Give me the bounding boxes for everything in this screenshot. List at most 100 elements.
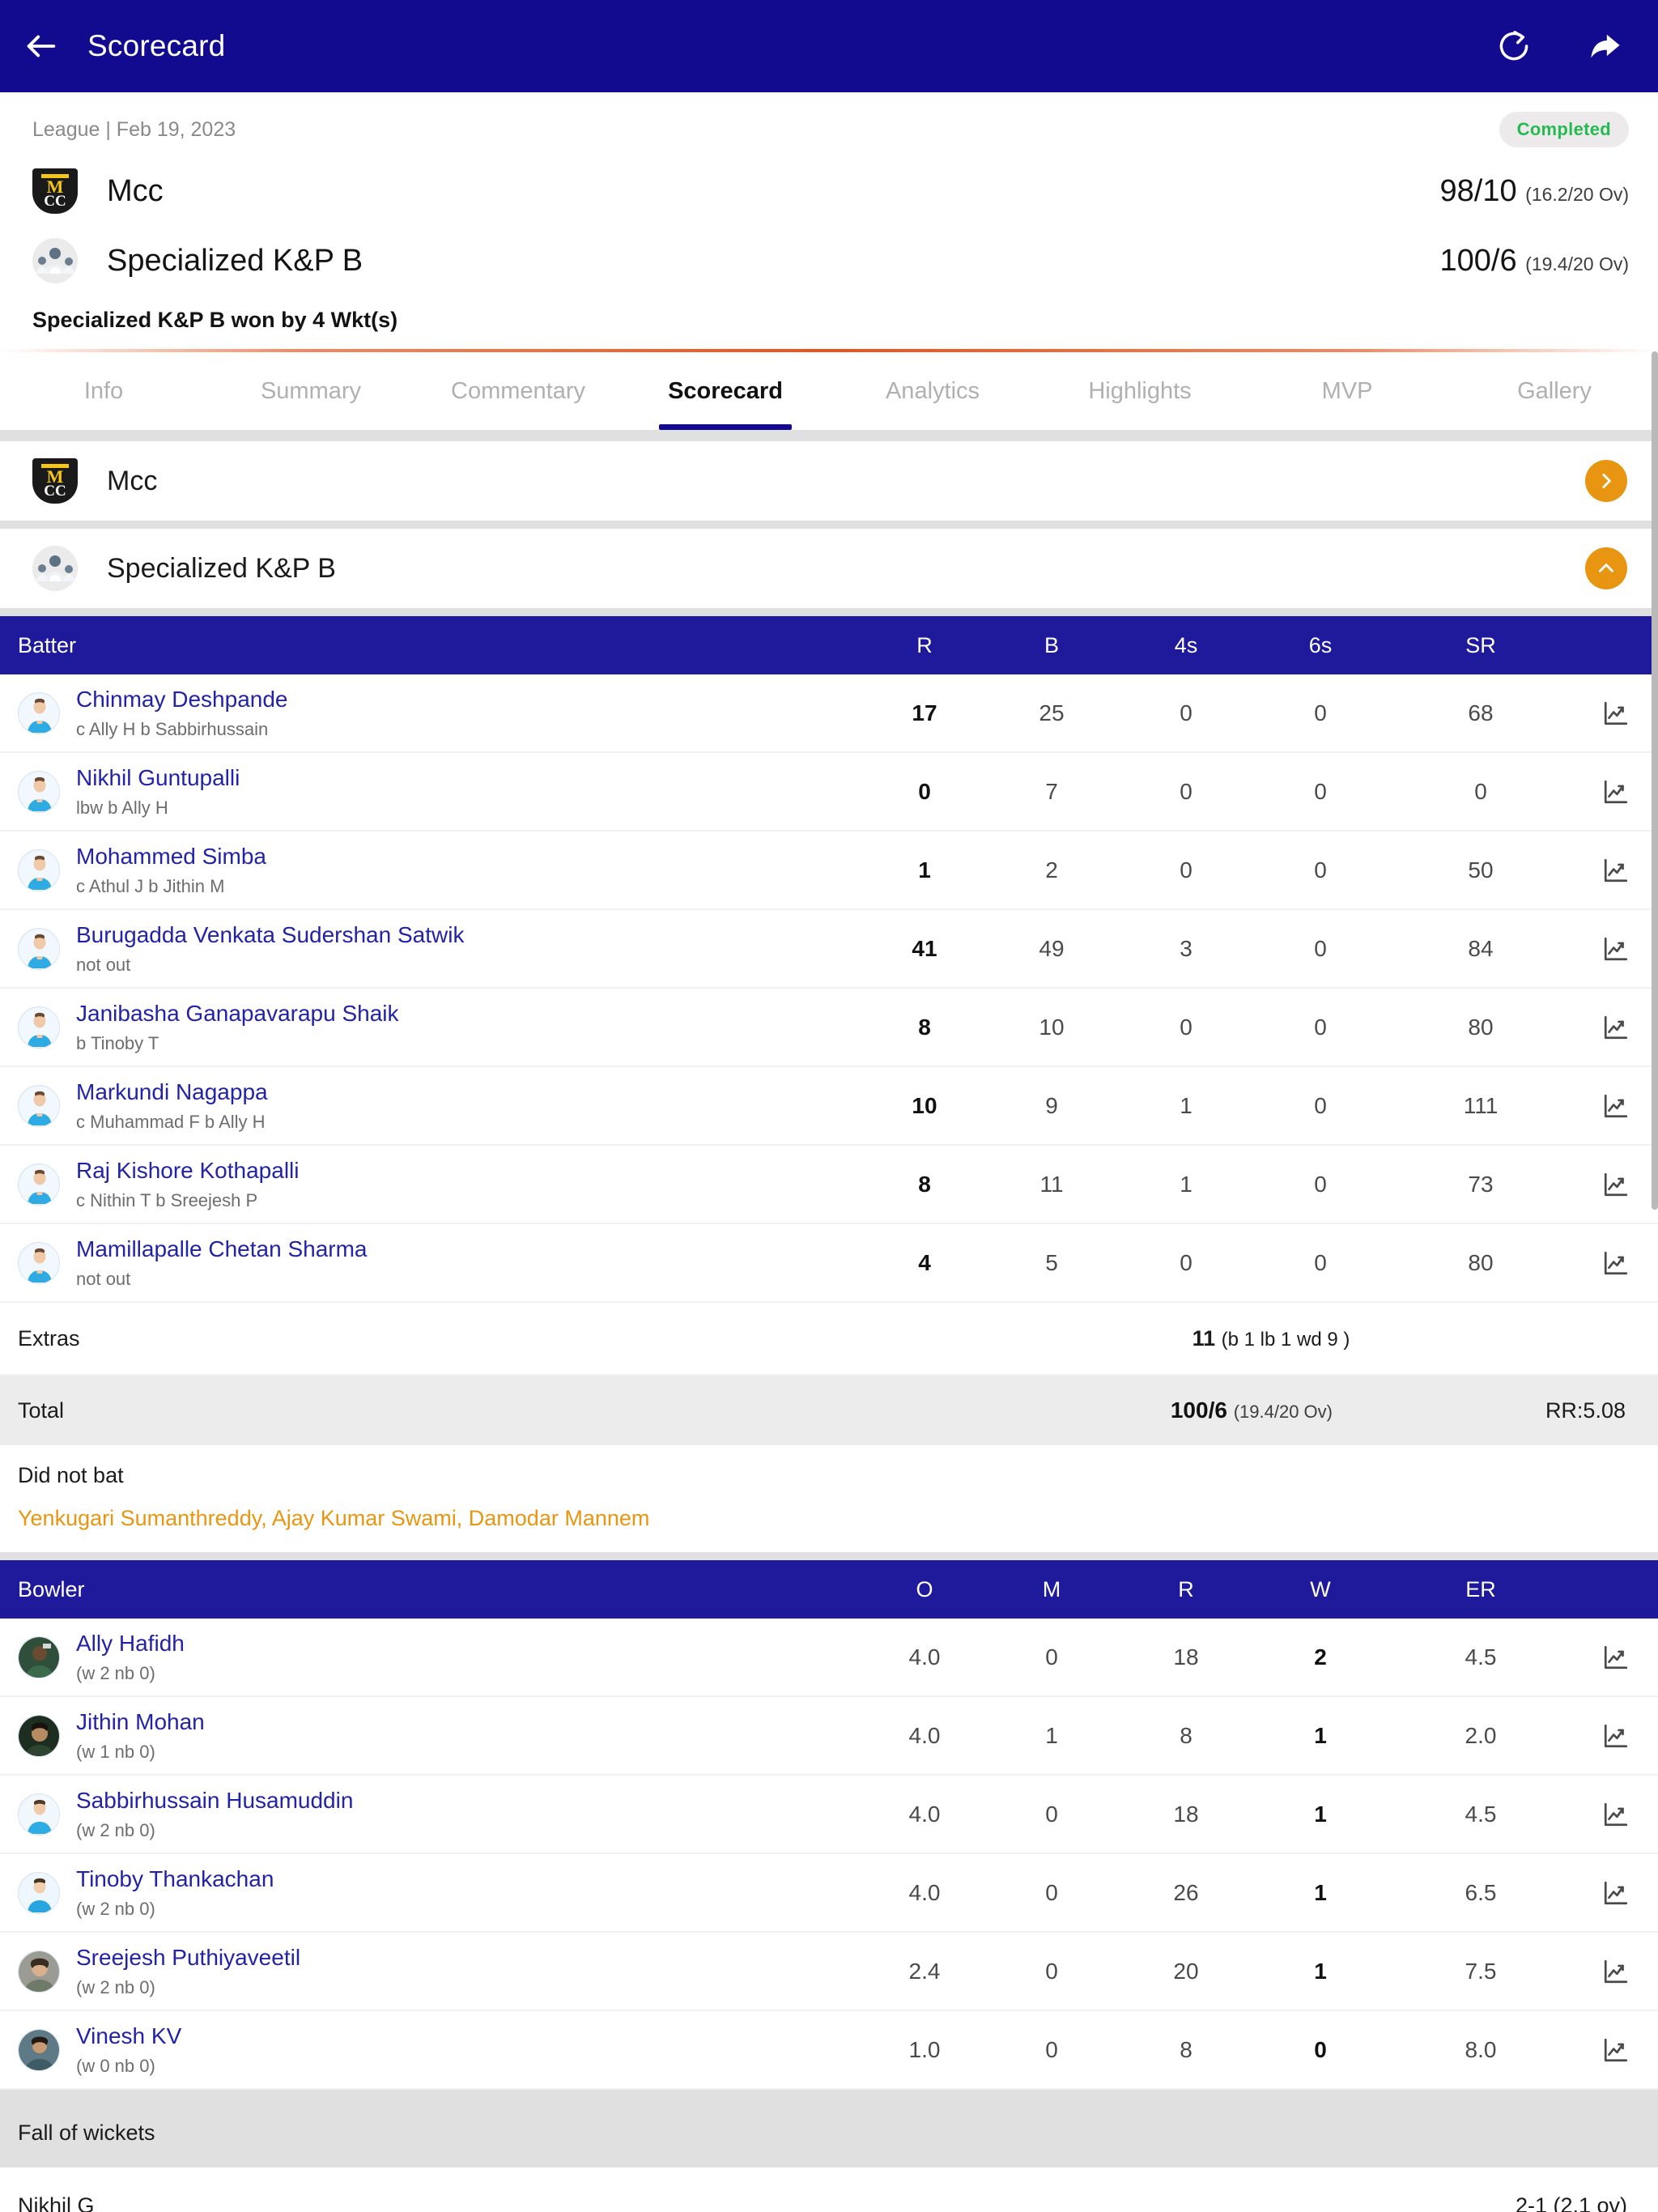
batter-name[interactable]: Mohammed Simba [76, 843, 266, 870]
bowler-cell[interactable]: Sabbirhussain Husamuddin (w 2 nb 0) [18, 1787, 865, 1840]
bowling-row[interactable]: Tinoby Thankachan (w 2 nb 0) 4.0 0 26 1 6.5 [0, 1854, 1658, 1933]
bowler-cell[interactable]: Jithin Mohan (w 1 nb 0) [18, 1708, 865, 1762]
bowler-overs: 4.0 [908, 1879, 941, 1905]
batter-strike-rate: 80 [1468, 1014, 1494, 1040]
batter-cell[interactable]: Burugadda Venkata Sudershan Satwik not ou… [18, 921, 865, 975]
tab-summary[interactable]: Summary [207, 352, 414, 430]
batter-cell[interactable]: Raj Kishore Kothapalli c Nithin T b Sreej… [18, 1157, 865, 1210]
batter-name[interactable]: Chinmay Deshpande [76, 686, 288, 713]
crest-letters-cc: CC [44, 483, 66, 500]
batter-chart-icon[interactable] [1574, 700, 1658, 727]
bowler-name[interactable]: Vinesh KV [76, 2023, 181, 2049]
bowling-row[interactable]: Sreejesh Puthiyaveetil (w 2 nb 0) 2.4 0 20 1 7… [0, 1933, 1658, 2011]
refresh-icon[interactable] [1496, 28, 1532, 64]
bowler-chart-icon[interactable] [1574, 1801, 1658, 1828]
bowling-row[interactable]: Vinesh KV (w 0 nb 0) 1.0 0 8 0 8.0 [0, 2011, 1658, 2090]
batting-row[interactable]: Raj Kishore Kothapalli c Nithin T b Sreej… [0, 1146, 1658, 1224]
batter-chart-icon[interactable] [1574, 857, 1658, 884]
bowling-col-wickets: W [1310, 1576, 1331, 1602]
batter-cell[interactable]: Mohammed Simba c Athul J b Jithin M [18, 843, 865, 896]
bowler-name[interactable]: Ally Hafidh [76, 1630, 185, 1657]
tab-gallery[interactable]: Gallery [1451, 352, 1658, 430]
batter-name[interactable]: Mamillapalle Chetan Sharma [76, 1236, 368, 1262]
batter-cell[interactable]: Janibasha Ganapavarapu Shaik b Tinoby T [18, 1000, 865, 1053]
did-not-bat-section: Did not bat Yenkugari Sumanthreddy, Ajay… [0, 1445, 1658, 1552]
batter-cell[interactable]: Markundi Nagappa c Muhammad F b Ally H [18, 1078, 865, 1132]
share-icon[interactable] [1587, 28, 1624, 64]
batting-row[interactable]: Markundi Nagappa c Muhammad F b Ally H 10 9… [0, 1067, 1658, 1146]
chevron-right-icon[interactable] [1585, 460, 1627, 502]
team-1-score-wrap: 98/10 (16.2/20 Ov) [1440, 174, 1630, 209]
bowling-row[interactable]: Jithin Mohan (w 1 nb 0) 4.0 1 8 1 2.0 [0, 1697, 1658, 1776]
innings-accordion-mcc[interactable]: M CC Mcc [0, 441, 1658, 521]
batter-name[interactable]: Nikhil Guntupalli [76, 764, 240, 791]
batter-name[interactable]: Raj Kishore Kothapalli [76, 1157, 300, 1184]
vertical-scrollbar[interactable] [1652, 92, 1658, 2212]
bowler-name[interactable]: Jithin Mohan [76, 1708, 205, 1735]
bowler-chart-icon[interactable] [1574, 1958, 1658, 1985]
batter-name[interactable]: Burugadda Venkata Sudershan Satwik [76, 921, 464, 948]
bowler-cell[interactable]: Tinoby Thankachan (w 2 nb 0) [18, 1865, 865, 1919]
batter-chart-icon[interactable] [1574, 1249, 1658, 1277]
batter-fours: 0 [1180, 1014, 1192, 1040]
batter-dismissal: c Ally H b Sabbirhussain [76, 718, 269, 739]
batter-strike-rate: 73 [1468, 1171, 1494, 1197]
tab-mvp[interactable]: MVP [1244, 352, 1451, 430]
bowling-row[interactable]: Ally Hafidh (w 2 nb 0) 4.0 0 18 2 4.5 [0, 1619, 1658, 1697]
tab-analytics[interactable]: Analytics [829, 352, 1036, 430]
batter-chart-icon[interactable] [1574, 1171, 1658, 1198]
bowler-chart-icon[interactable] [1574, 2036, 1658, 2064]
player-avatar [18, 1636, 60, 1678]
batting-col-batter: Batter [18, 632, 77, 657]
batting-row[interactable]: Burugadda Venkata Sudershan Satwik not ou… [0, 910, 1658, 989]
bowling-row[interactable]: Sabbirhussain Husamuddin (w 2 nb 0) 4.0 0 18… [0, 1776, 1658, 1854]
tab-scorecard[interactable]: Scorecard [622, 352, 829, 430]
bowler-cell[interactable]: Vinesh KV (w 0 nb 0) [18, 2023, 865, 2076]
bowler-name[interactable]: Sabbirhussain Husamuddin [76, 1787, 353, 1814]
batting-col-fours: 4s [1174, 632, 1198, 657]
bowler-chart-icon[interactable] [1574, 1879, 1658, 1907]
did-not-bat-players[interactable]: Yenkugari Sumanthreddy, Ajay Kumar Swami… [18, 1506, 1640, 1531]
batter-runs: 8 [918, 1171, 931, 1197]
batting-row[interactable]: Mamillapalle Chetan Sharma not out 4 5 0 0 80 [0, 1224, 1658, 1303]
batter-cell[interactable]: Chinmay Deshpande c Ally H b Sabbirhussai… [18, 686, 865, 739]
bowler-maidens: 0 [1045, 1644, 1058, 1670]
batter-chart-icon[interactable] [1574, 778, 1658, 806]
bowler-name[interactable]: Sreejesh Puthiyaveetil [76, 1944, 300, 1971]
batting-row[interactable]: Janibasha Ganapavarapu Shaik b Tinoby T 8 1… [0, 989, 1658, 1067]
chevron-up-icon[interactable] [1585, 547, 1627, 589]
player-avatar [18, 1950, 60, 1993]
bowler-overs: 1.0 [908, 2036, 941, 2062]
batter-cell[interactable]: Nikhil Guntupalli lbw b Ally H [18, 764, 865, 818]
batter-dismissal: not out [76, 1268, 131, 1289]
bowler-cell[interactable]: Sreejesh Puthiyaveetil (w 2 nb 0) [18, 1944, 865, 1997]
tab-highlights[interactable]: Highlights [1036, 352, 1244, 430]
player-avatar [18, 1793, 60, 1836]
scrollbar-thumb[interactable] [1652, 351, 1658, 1210]
tab-info[interactable]: Info [0, 352, 207, 430]
back-icon[interactable] [23, 28, 60, 65]
batting-row[interactable]: Chinmay Deshpande c Ally H b Sabbirhussai… [0, 674, 1658, 753]
batter-name[interactable]: Markundi Nagappa [76, 1078, 268, 1105]
batter-chart-icon[interactable] [1574, 1092, 1658, 1120]
batter-name[interactable]: Janibasha Ganapavarapu Shaik [76, 1000, 399, 1027]
bowler-info: Sreejesh Puthiyaveetil (w 2 nb 0) [76, 1944, 300, 1997]
tab-commentary[interactable]: Commentary [414, 352, 622, 430]
bowling-col-maidens: M [1042, 1576, 1061, 1602]
batter-balls: 7 [1045, 778, 1058, 804]
bowler-chart-icon[interactable] [1574, 1644, 1658, 1671]
batter-chart-icon[interactable] [1574, 935, 1658, 963]
batting-row[interactable]: Mohammed Simba c Athul J b Jithin M 1 2 0 0 50 [0, 832, 1658, 910]
crest-letters-cc: CC [44, 193, 66, 210]
batter-cell[interactable]: Mamillapalle Chetan Sharma not out [18, 1236, 865, 1289]
innings-1-team-name: Mcc [107, 465, 158, 496]
bowler-name[interactable]: Tinoby Thankachan [76, 1865, 274, 1892]
innings-accordion-specialized-kp-b[interactable]: Specialized K&P B [0, 529, 1658, 608]
bowler-overs: 4.0 [908, 1722, 941, 1748]
bowler-chart-icon[interactable] [1574, 1722, 1658, 1750]
batting-row[interactable]: Nikhil Guntupalli lbw b Ally H 0 7 0 0 0 [0, 753, 1658, 832]
bowler-cell[interactable]: Ally Hafidh (w 2 nb 0) [18, 1630, 865, 1683]
batter-chart-icon[interactable] [1574, 1014, 1658, 1041]
fall-of-wickets-body: Nikhil G2-1 (2.1 ov)Mohammed S9-2 (3.1 o… [0, 2167, 1658, 2212]
section-divider [0, 521, 1658, 529]
